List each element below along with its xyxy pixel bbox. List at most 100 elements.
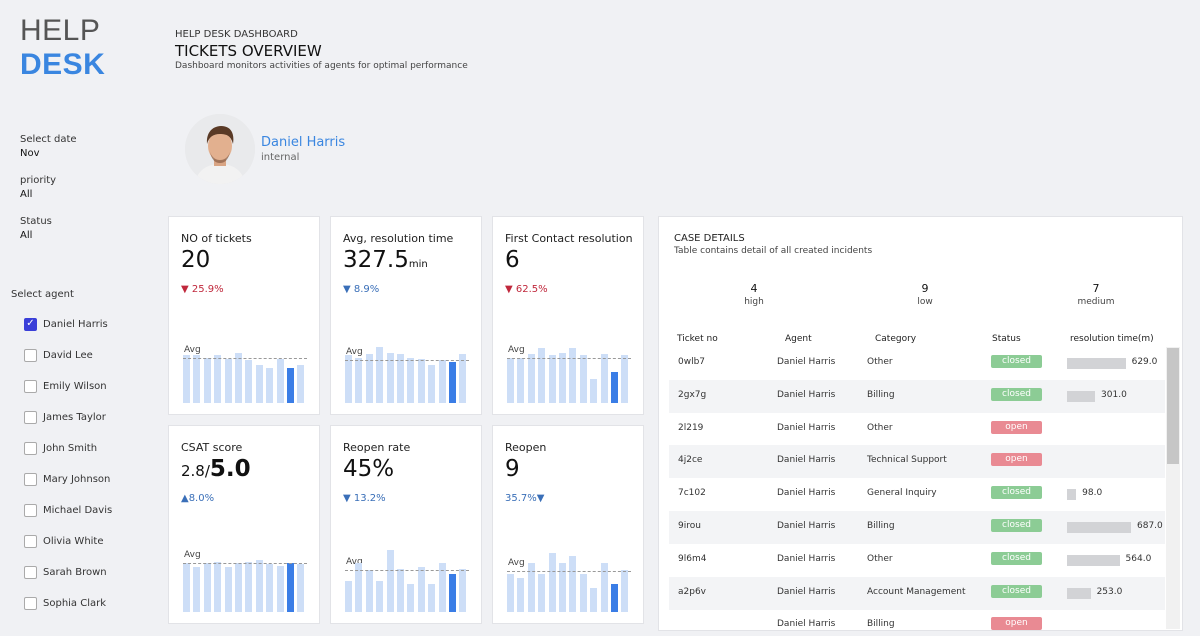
kpi-value: 9 <box>505 456 520 482</box>
chart-bar <box>548 552 556 612</box>
status-badge: closed <box>991 387 1042 401</box>
avatar <box>185 114 255 184</box>
column-header-agent[interactable]: Agent <box>785 334 812 344</box>
chart-bar <box>579 573 587 612</box>
priority-filter[interactable]: priority All <box>20 175 56 200</box>
cell-category: Technical Support <box>867 455 947 466</box>
kpi-card-first-contact-resolution: First Contact resolution 6 ▼ 62.5% Avg <box>492 216 644 415</box>
table-row[interactable]: Daniel Harris Billing open <box>669 609 1165 630</box>
stat-label: high <box>744 297 764 307</box>
kpi-delta: 35.7%▼ <box>505 493 545 504</box>
chart-bar <box>600 563 608 612</box>
stat-count: 4 <box>750 282 758 295</box>
column-header-ticket[interactable]: Ticket no <box>677 334 718 344</box>
priority-filter-label: priority <box>20 175 57 186</box>
table-row[interactable]: 9l6m4 Daniel Harris Other closed 564.0 <box>669 544 1165 577</box>
agent-option[interactable]: Olivia White <box>24 535 104 549</box>
checkbox[interactable] <box>24 535 37 549</box>
column-header-resolution-time[interactable]: resolution time(m) <box>1070 334 1154 344</box>
page-subtitle: Dashboard monitors activities of agents … <box>175 61 468 71</box>
status-filter-value[interactable]: All <box>20 230 52 241</box>
agent-option[interactable]: ✓ Daniel Harris <box>24 317 108 331</box>
checkbox[interactable] <box>24 504 37 518</box>
table-row[interactable]: 2gx7g Daniel Harris Billing closed 301.0 <box>669 379 1165 413</box>
kpi-delta: ▲8.0% <box>181 493 215 504</box>
resolution-bar <box>1067 489 1077 501</box>
mini-bar-chart <box>183 333 307 403</box>
table-row[interactable]: 0wlb7 Daniel Harris Other closed 629.0 <box>669 347 1165 380</box>
table-row[interactable]: 4j2ce Daniel Harris Technical Support open <box>669 445 1165 479</box>
chart-bar <box>214 561 222 612</box>
checkbox[interactable] <box>24 441 37 455</box>
agent-name: Olivia White <box>43 536 104 548</box>
chart-bar <box>517 578 525 612</box>
resolution-bar <box>1067 554 1120 566</box>
chart-bar <box>417 566 425 612</box>
chart-bar <box>459 354 467 403</box>
agent-option[interactable]: John Smith <box>24 441 97 455</box>
kpi-card-no-of-tickets: NO of tickets 20 ▼ 25.9% Avg <box>168 216 320 415</box>
checkbox[interactable] <box>24 566 37 580</box>
checkbox[interactable] <box>24 410 37 424</box>
cell-agent: Daniel Harris <box>777 619 836 630</box>
agent-option[interactable]: Sarah Brown <box>24 566 107 580</box>
cell-category: Billing <box>867 619 895 630</box>
checkbox[interactable]: ✓ <box>24 317 37 331</box>
case-details-title: CASE DETAILS <box>674 233 745 244</box>
resolution-bar <box>1067 587 1091 599</box>
table-row[interactable]: a2p6v Daniel Harris Account Management clos… <box>669 576 1165 610</box>
table-row[interactable]: 7c102 Daniel Harris General Inquiry closed 9… <box>669 478 1165 511</box>
date-filter[interactable]: Select date Nov <box>20 134 77 159</box>
date-filter-value[interactable]: Nov <box>20 148 77 159</box>
status-badge: closed <box>991 584 1042 598</box>
resolution-bar <box>1067 522 1131 533</box>
priority-filter-value[interactable]: All <box>20 189 56 200</box>
profile-name: Daniel Harris <box>261 135 346 150</box>
chart-bar <box>245 561 253 612</box>
agent-option[interactable]: Sophia Clark <box>24 597 106 611</box>
checkbox[interactable] <box>24 597 37 611</box>
cell-ticket: 9irou <box>678 521 701 531</box>
chart-bar <box>590 587 598 612</box>
table-scrollbar-thumb[interactable] <box>1167 348 1179 464</box>
cell-resolution-time: 301.0 <box>1101 389 1127 400</box>
chart-bar <box>397 354 404 403</box>
kpi-title: Avg, resolution time <box>343 232 454 245</box>
chart-bar <box>183 563 190 612</box>
mini-bar-chart <box>507 333 631 403</box>
table-row[interactable]: 2l219 Daniel Harris Other open <box>669 413 1165 446</box>
kpi-title: CSAT score <box>181 441 243 454</box>
column-header-status[interactable]: Status <box>992 334 1021 344</box>
app-logo: HELP DESK <box>20 14 105 82</box>
priority-stat-medium: 7 medium <box>1051 282 1141 307</box>
cell-category: Billing <box>867 389 895 400</box>
kpi-delta: ▼ 62.5% <box>505 284 548 295</box>
cell-ticket: 7c102 <box>678 488 706 499</box>
chart-bar <box>611 584 618 612</box>
chart-bar <box>224 566 232 612</box>
chart-bar <box>355 357 363 403</box>
stat-count: 9 <box>921 282 929 295</box>
status-filter[interactable]: Status All <box>20 216 52 241</box>
agent-name: David Lee <box>43 349 93 361</box>
checkbox[interactable] <box>24 348 37 362</box>
chart-bar <box>224 358 232 403</box>
kpi-value-main: 5.0 <box>209 456 251 482</box>
agent-option[interactable]: Mary Johnson <box>24 473 110 487</box>
chart-bar <box>203 563 211 612</box>
status-badge: closed <box>991 355 1042 368</box>
checkbox[interactable] <box>24 473 37 486</box>
agent-option[interactable]: Michael Davis <box>24 504 112 518</box>
agent-option[interactable]: Emily Wilson <box>24 379 107 393</box>
checkbox[interactable] <box>24 379 37 393</box>
agent-option[interactable]: David Lee <box>24 348 93 362</box>
column-header-category[interactable]: Category <box>875 334 916 344</box>
agent-option[interactable]: James Taylor <box>24 410 106 424</box>
kpi-value-main: 9 <box>505 456 520 482</box>
chart-bar <box>193 355 201 403</box>
date-filter-label: Select date <box>20 134 77 145</box>
chart-bar <box>345 355 352 403</box>
chart-bar <box>538 573 546 612</box>
table-row[interactable]: 9irou Daniel Harris Billing closed 687.0 <box>669 511 1165 544</box>
logo-line2: DESK <box>20 48 106 81</box>
